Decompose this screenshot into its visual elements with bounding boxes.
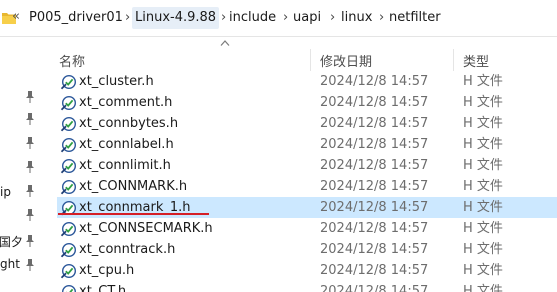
file-row[interactable]: xt_CONNMARK.h 2024/12/8 14:57 H 文件	[57, 176, 557, 197]
pin-icon[interactable]	[25, 259, 35, 271]
file-name[interactable]: xt_connlimit.h	[79, 157, 171, 174]
file-modified-date: 2024/12/8 14:57	[320, 284, 429, 292]
pin-icon[interactable]	[25, 209, 35, 221]
file-row[interactable]: xt_CONNSECMARK.h 2024/12/8 14:57 H 文件	[57, 218, 557, 239]
h-file-icon	[60, 117, 76, 132]
file-name[interactable]: xt_CT.h	[79, 283, 126, 292]
breadcrumb-separator-icon[interactable]: ›	[283, 7, 288, 29]
file-name[interactable]: xt_connbytes.h	[79, 115, 178, 132]
file-row[interactable]: xt_CT.h 2024/12/8 14:57 H 文件	[57, 281, 557, 292]
h-file-icon	[60, 75, 76, 90]
nav-item-country[interactable]: r国夕	[0, 233, 23, 250]
file-type: H 文件	[463, 95, 503, 110]
file-modified-date: 2024/12/8 14:57	[320, 200, 429, 215]
file-name[interactable]: xt_connlabel.h	[79, 136, 174, 153]
breadcrumb-p005-driver01[interactable]: P005_driver01	[26, 7, 126, 29]
file-row[interactable]: xt_connlabel.h 2024/12/8 14:57 H 文件	[57, 134, 557, 155]
h-file-icon	[60, 243, 76, 258]
pin-icon[interactable]	[25, 91, 35, 103]
nav-item-ip[interactable]: ip	[0, 185, 11, 199]
file-row[interactable]: xt_comment.h 2024/12/8 14:57 H 文件	[57, 92, 557, 113]
file-modified-date: 2024/12/8 14:57	[320, 221, 429, 236]
breadcrumb-linux[interactable]: linux	[338, 7, 375, 29]
file-modified-date: 2024/12/8 14:57	[320, 263, 429, 278]
column-divider[interactable]	[453, 49, 454, 71]
pin-icon[interactable]	[25, 185, 35, 197]
file-type: H 文件	[463, 221, 503, 236]
file-type: H 文件	[463, 74, 503, 89]
nav-item-ght[interactable]: ght	[0, 257, 20, 271]
file-row[interactable]: xt_connlimit.h 2024/12/8 14:57 H 文件	[57, 155, 557, 176]
file-modified-date: 2024/12/8 14:57	[320, 116, 429, 131]
pin-icon[interactable]	[25, 113, 35, 125]
file-modified-date: 2024/12/8 14:57	[320, 95, 429, 110]
h-file-icon	[60, 222, 76, 237]
breadcrumb-uapi[interactable]: uapi	[290, 7, 324, 29]
file-type: H 文件	[463, 242, 503, 257]
file-type: H 文件	[463, 179, 503, 194]
column-type[interactable]: 类型	[463, 51, 489, 70]
breadcrumb-include[interactable]: include	[226, 7, 279, 29]
h-file-icon	[62, 285, 76, 292]
column-name[interactable]: 名称	[59, 51, 85, 70]
file-modified-date: 2024/12/8 14:57	[320, 74, 429, 89]
file-name[interactable]: xt_comment.h	[79, 94, 172, 111]
file-list[interactable]: xt_cluster.h 2024/12/8 14:57 H 文件 xt_commen…	[45, 70, 557, 292]
file-name[interactable]: xt_cluster.h	[79, 73, 154, 90]
annotation-underline	[58, 213, 209, 215]
file-type: H 文件	[463, 158, 503, 173]
file-row[interactable]: xt_connbytes.h 2024/12/8 14:57 H 文件	[57, 113, 557, 134]
h-file-icon	[60, 96, 76, 111]
file-modified-date: 2024/12/8 14:57	[320, 137, 429, 152]
file-modified-date: 2024/12/8 14:57	[320, 158, 429, 173]
file-name[interactable]: xt_cpu.h	[79, 262, 134, 279]
pin-icon[interactable]	[25, 235, 35, 247]
file-row[interactable]: xt_conntrack.h 2024/12/8 14:57 H 文件	[57, 239, 557, 260]
h-file-icon	[60, 180, 76, 195]
breadcrumb-separator-icon[interactable]: ›	[379, 7, 384, 29]
file-type: H 文件	[463, 116, 503, 131]
column-modified[interactable]: 修改日期	[320, 51, 372, 70]
file-row[interactable]: xt_cluster.h 2024/12/8 14:57 H 文件	[57, 71, 557, 92]
overflow-chevron-icon[interactable]: «	[12, 9, 20, 24]
column-divider[interactable]	[310, 49, 311, 71]
file-name[interactable]: xt_CONNSECMARK.h	[79, 220, 213, 237]
address-bar[interactable]: « P005_driver01 › Linux-4.9.88 › include…	[0, 0, 557, 37]
file-type: H 文件	[463, 137, 503, 152]
file-modified-date: 2024/12/8 14:57	[320, 242, 429, 257]
breadcrumb-separator-icon[interactable]: ›	[125, 7, 130, 29]
h-file-icon	[60, 159, 76, 174]
navigation-pane[interactable]: ip r国夕 ght	[0, 37, 42, 292]
file-name[interactable]: xt_conntrack.h	[79, 241, 175, 258]
file-name[interactable]: xt_CONNMARK.h	[79, 178, 187, 195]
pin-icon[interactable]	[25, 161, 35, 173]
sort-ascending-icon	[220, 40, 230, 46]
file-row[interactable]: xt_cpu.h 2024/12/8 14:57 H 文件	[57, 260, 557, 281]
column-header: 名称 修改日期 类型	[45, 37, 557, 71]
file-type: H 文件	[463, 263, 503, 278]
breadcrumb-netfilter[interactable]: netfilter	[386, 7, 444, 29]
breadcrumb-linux-4-9-88[interactable]: Linux-4.9.88	[132, 7, 220, 29]
h-file-icon	[60, 264, 76, 279]
pin-icon[interactable]	[25, 137, 35, 149]
file-modified-date: 2024/12/8 14:57	[320, 179, 429, 194]
breadcrumb-separator-icon[interactable]: ›	[330, 7, 335, 29]
file-type: H 文件	[463, 200, 503, 215]
h-file-icon	[60, 138, 76, 153]
file-type: H 文件	[463, 284, 503, 292]
